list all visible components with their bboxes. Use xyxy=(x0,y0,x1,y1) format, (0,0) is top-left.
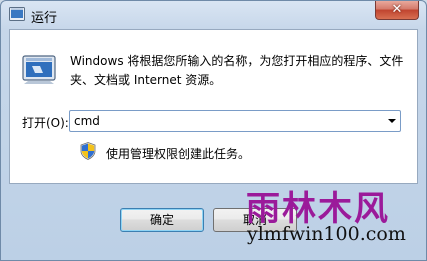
window-title: 运行 xyxy=(31,11,58,26)
run-dialog-window: 运行 ✕ Windows 将根据您所输入的名称，为您打开相应的程序、文件夹、文档… xyxy=(0,0,427,261)
close-icon: ✕ xyxy=(391,2,403,17)
watermark-url: ylmfwin100.com xyxy=(247,223,406,245)
dialog-content-panel: Windows 将根据您所输入的名称，为您打开相应的程序、文件夹、文档或 Int… xyxy=(9,29,418,184)
admin-privilege-note: 使用管理权限创建此任务。 xyxy=(106,147,251,161)
close-button[interactable]: ✕ xyxy=(375,1,419,20)
title-bar[interactable]: 运行 ✕ xyxy=(1,1,426,29)
chevron-down-icon[interactable] xyxy=(388,119,396,123)
run-icon xyxy=(9,7,25,21)
open-label: 打开(O): xyxy=(22,116,69,130)
run-icon xyxy=(22,55,56,84)
shield-icon xyxy=(80,142,96,160)
ok-button[interactable]: 确定 xyxy=(120,208,204,232)
command-combobox[interactable] xyxy=(69,110,401,132)
dialog-description: Windows 将根据您所输入的名称，为您打开相应的程序、文件夹、文档或 Int… xyxy=(70,54,404,87)
command-input[interactable] xyxy=(70,111,370,131)
